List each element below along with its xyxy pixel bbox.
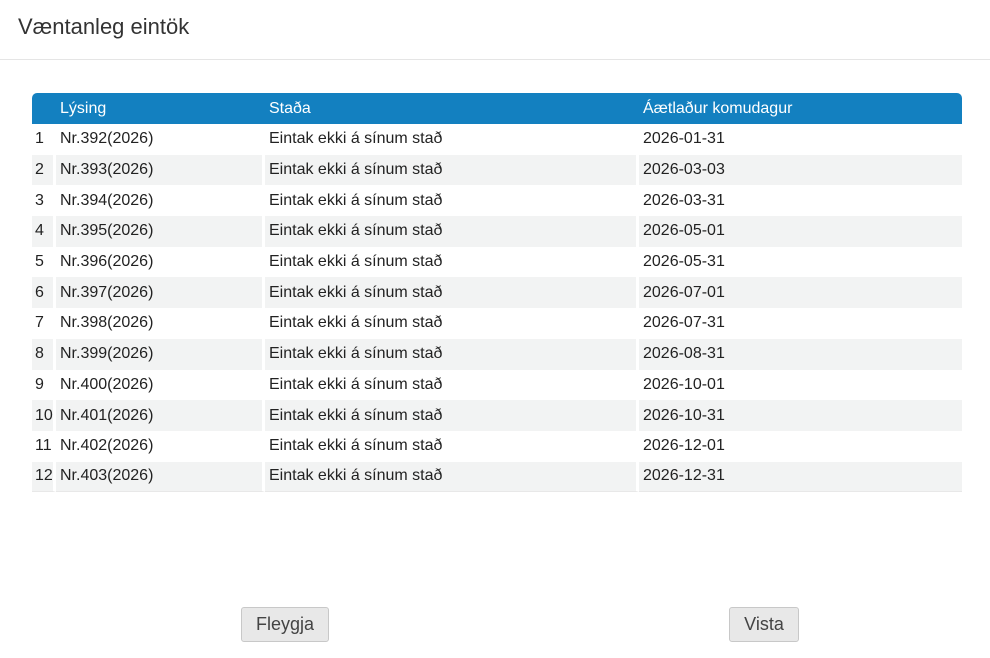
table-row[interactable]: 9 Nr.400(2026) Eintak ekki á sínum stað 202…	[32, 369, 962, 401]
status-cell: Eintak ekki á sínum stað	[265, 400, 639, 431]
table-row[interactable]: 3 Nr.394(2026) Eintak ekki á sínum stað 202…	[32, 185, 962, 217]
description-cell: Nr.398(2026)	[56, 308, 265, 339]
status-cell: Eintak ekki á sínum stað	[265, 246, 639, 278]
status-cell: Eintak ekki á sínum stað	[265, 154, 639, 186]
description-cell: Nr.396(2026)	[56, 246, 265, 278]
row-number-cell: 10	[32, 400, 56, 431]
expected-date-cell: 2026-01-31	[639, 124, 962, 155]
description-cell: Nr.403(2026)	[56, 461, 265, 493]
status-cell: Eintak ekki á sínum stað	[265, 277, 639, 309]
dialog-header: Væntanleg eintök	[0, 0, 990, 60]
description-cell: Nr.399(2026)	[56, 338, 265, 370]
row-number-cell: 9	[32, 369, 56, 401]
description-cell: Nr.397(2026)	[56, 277, 265, 309]
expected-date-cell: 2026-03-03	[639, 154, 962, 186]
column-header-status[interactable]: Staða	[265, 93, 639, 124]
description-cell: Nr.394(2026)	[56, 185, 265, 217]
expected-date-cell: 2026-10-01	[639, 369, 962, 401]
description-cell: Nr.395(2026)	[56, 216, 265, 247]
table-header-row: Lýsing Staða Áætlaður komudagur	[32, 93, 962, 124]
expected-date-cell: 2026-07-01	[639, 277, 962, 309]
status-cell: Eintak ekki á sínum stað	[265, 369, 639, 401]
row-number-cell: 8	[32, 338, 56, 370]
table-row[interactable]: 1 Nr.392(2026) Eintak ekki á sínum stað 202…	[32, 124, 962, 155]
expected-date-cell: 2026-07-31	[639, 308, 962, 339]
status-cell: Eintak ekki á sínum stað	[265, 216, 639, 247]
row-number-cell: 1	[32, 124, 56, 155]
row-number-cell: 6	[32, 277, 56, 309]
expected-date-cell: 2026-08-31	[639, 338, 962, 370]
description-cell: Nr.402(2026)	[56, 430, 265, 462]
row-number-cell: 3	[32, 185, 56, 217]
column-header-description[interactable]: Lýsing	[56, 93, 265, 124]
description-cell: Nr.400(2026)	[56, 369, 265, 401]
expected-date-cell: 2026-12-31	[639, 461, 962, 493]
table-row[interactable]: 10 Nr.401(2026) Eintak ekki á sínum stað 20…	[32, 400, 962, 431]
status-cell: Eintak ekki á sínum stað	[265, 338, 639, 370]
expected-issues-table-container: Lýsing Staða Áætlaður komudagur 1 Nr.392(…	[32, 93, 962, 493]
status-cell: Eintak ekki á sínum stað	[265, 308, 639, 339]
status-cell: Eintak ekki á sínum stað	[265, 461, 639, 493]
description-cell: Nr.392(2026)	[56, 124, 265, 155]
row-number-cell: 4	[32, 216, 56, 247]
table-row[interactable]: 6 Nr.397(2026) Eintak ekki á sínum stað 202…	[32, 277, 962, 309]
status-cell: Eintak ekki á sínum stað	[265, 185, 639, 217]
row-number-cell: 7	[32, 308, 56, 339]
table-row[interactable]: 11 Nr.402(2026) Eintak ekki á sínum stað 20…	[32, 430, 962, 462]
row-number-cell: 2	[32, 154, 56, 186]
table-header: Lýsing Staða Áætlaður komudagur	[32, 93, 962, 124]
row-number-cell: 12	[32, 461, 56, 493]
discard-button[interactable]: Fleygja	[241, 607, 329, 642]
table-row[interactable]: 12 Nr.403(2026) Eintak ekki á sínum stað 20…	[32, 461, 962, 493]
description-cell: Nr.393(2026)	[56, 154, 265, 186]
description-cell: Nr.401(2026)	[56, 400, 265, 431]
table-body: 1 Nr.392(2026) Eintak ekki á sínum stað 202…	[32, 124, 962, 493]
table-row[interactable]: 2 Nr.393(2026) Eintak ekki á sínum stað 202…	[32, 154, 962, 186]
column-header-number	[32, 93, 56, 124]
row-number-cell: 5	[32, 246, 56, 278]
expected-date-cell: 2026-03-31	[639, 185, 962, 217]
expected-date-cell: 2026-12-01	[639, 430, 962, 462]
table-row[interactable]: 4 Nr.395(2026) Eintak ekki á sínum stað 202…	[32, 216, 962, 247]
status-cell: Eintak ekki á sínum stað	[265, 124, 639, 155]
column-header-expected-date[interactable]: Áætlaður komudagur	[639, 93, 962, 124]
table-row[interactable]: 7 Nr.398(2026) Eintak ekki á sínum stað 202…	[32, 308, 962, 339]
expected-date-cell: 2026-10-31	[639, 400, 962, 431]
status-cell: Eintak ekki á sínum stað	[265, 430, 639, 462]
expected-date-cell: 2026-05-31	[639, 246, 962, 278]
save-button[interactable]: Vista	[729, 607, 799, 642]
table-row[interactable]: 8 Nr.399(2026) Eintak ekki á sínum stað 202…	[32, 338, 962, 370]
dialog-title: Væntanleg eintök	[18, 14, 190, 39]
expected-issues-table: Lýsing Staða Áætlaður komudagur 1 Nr.392(…	[32, 93, 962, 493]
table-row[interactable]: 5 Nr.396(2026) Eintak ekki á sínum stað 202…	[32, 246, 962, 278]
expected-date-cell: 2026-05-01	[639, 216, 962, 247]
row-number-cell: 11	[32, 430, 56, 462]
